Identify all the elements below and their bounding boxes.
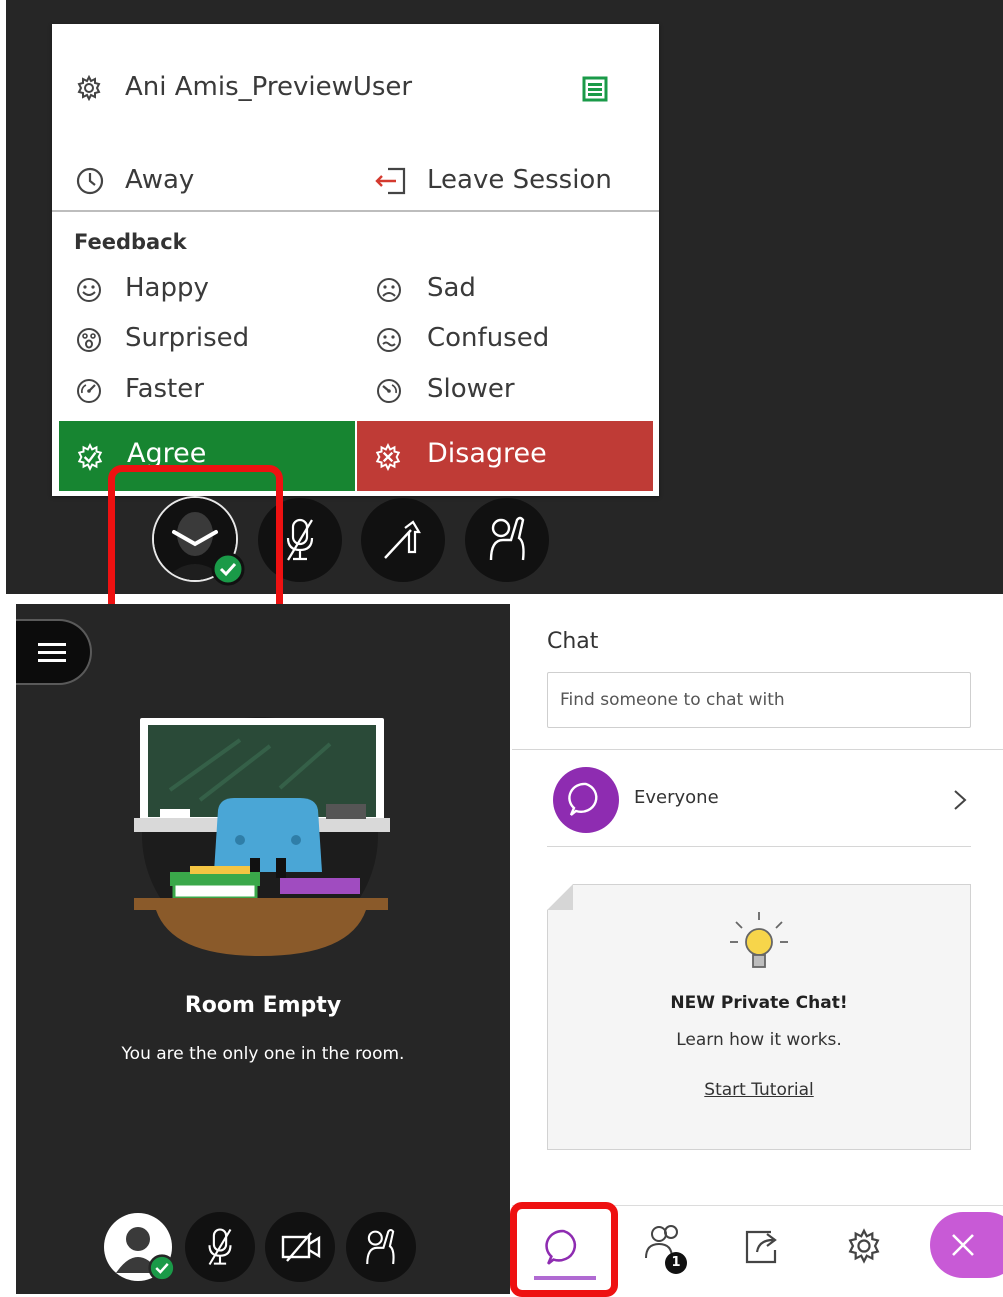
disagree-button[interactable]: Disagree [357,421,653,491]
chat-bubble-icon [567,781,605,819]
raise-hand-button[interactable] [465,498,549,582]
feedback-faster[interactable]: Faster [125,374,204,404]
close-icon [950,1232,976,1258]
chat-title: Chat [547,629,599,654]
status-check-icon [148,1254,176,1282]
empty-room-illustration [134,717,390,956]
lightbulb-icon [728,910,790,976]
tutorial-title: NEW Private Chat! [670,993,848,1013]
confused-face-icon [376,327,402,353]
share-content-icon [381,518,425,562]
feedback-slower[interactable]: Slower [427,374,515,404]
close-panel-button[interactable] [930,1212,1003,1278]
feedback-surprised[interactable]: Surprised [125,323,249,353]
raise-hand-button[interactable] [346,1212,416,1282]
chevron-right-icon[interactable] [952,789,968,811]
tab-attendees[interactable]: 1 [635,1218,705,1282]
attendees-count-badge: 1 [665,1252,687,1274]
chat-divider [512,749,1003,750]
tutorial-subtitle: Learn how it works. [676,1030,842,1050]
session-menu-button[interactable] [16,619,92,685]
microphone-button[interactable] [185,1212,255,1282]
slower-icon [376,378,402,404]
camera-off-icon [281,1231,321,1263]
clock-icon [76,167,104,195]
user-name: Ani Amis_PreviewUser [125,72,413,102]
share-content-button[interactable] [361,498,445,582]
mic-off-icon [206,1227,234,1267]
room-empty-title: Room Empty [184,993,342,1018]
feedback-heading: Feedback [74,230,187,254]
happy-face-icon [76,277,102,303]
user-list-icon[interactable] [582,76,608,102]
menu-divider [52,210,659,212]
feedback-happy[interactable]: Happy [125,273,209,303]
gear-icon[interactable] [846,1228,882,1264]
leave-session-icon [374,166,408,196]
feedback-sad[interactable]: Sad [427,273,476,303]
surprised-face-icon [76,327,102,353]
chat-search-input[interactable] [547,672,971,728]
share-content-tab-icon[interactable] [743,1228,783,1266]
gear-icon[interactable] [76,75,102,101]
everyone-avatar [553,767,619,833]
feedback-confused[interactable]: Confused [427,323,549,353]
away-option[interactable]: Away [125,165,194,195]
camera-button[interactable] [265,1212,335,1282]
disagree-label: Disagree [427,438,547,469]
disagree-x-icon [374,443,402,471]
raise-hand-icon [364,1226,398,1268]
everyone-label: Everyone [634,787,719,808]
faster-icon [76,378,102,404]
mic-off-icon [284,518,316,562]
agree-check-icon [76,443,104,471]
hamburger-icon [38,642,66,664]
room-empty-subtitle: You are the only one in the room. [121,1044,405,1064]
highlight-avatar [108,465,283,625]
card-fold-corner [547,884,573,910]
raise-hand-icon [487,514,529,564]
highlight-chat-tab [510,1202,618,1297]
everyone-divider [547,846,971,847]
leave-session-option[interactable]: Leave Session [427,165,612,195]
start-tutorial-link[interactable]: Start Tutorial [547,1080,971,1100]
sad-face-icon [376,277,402,303]
